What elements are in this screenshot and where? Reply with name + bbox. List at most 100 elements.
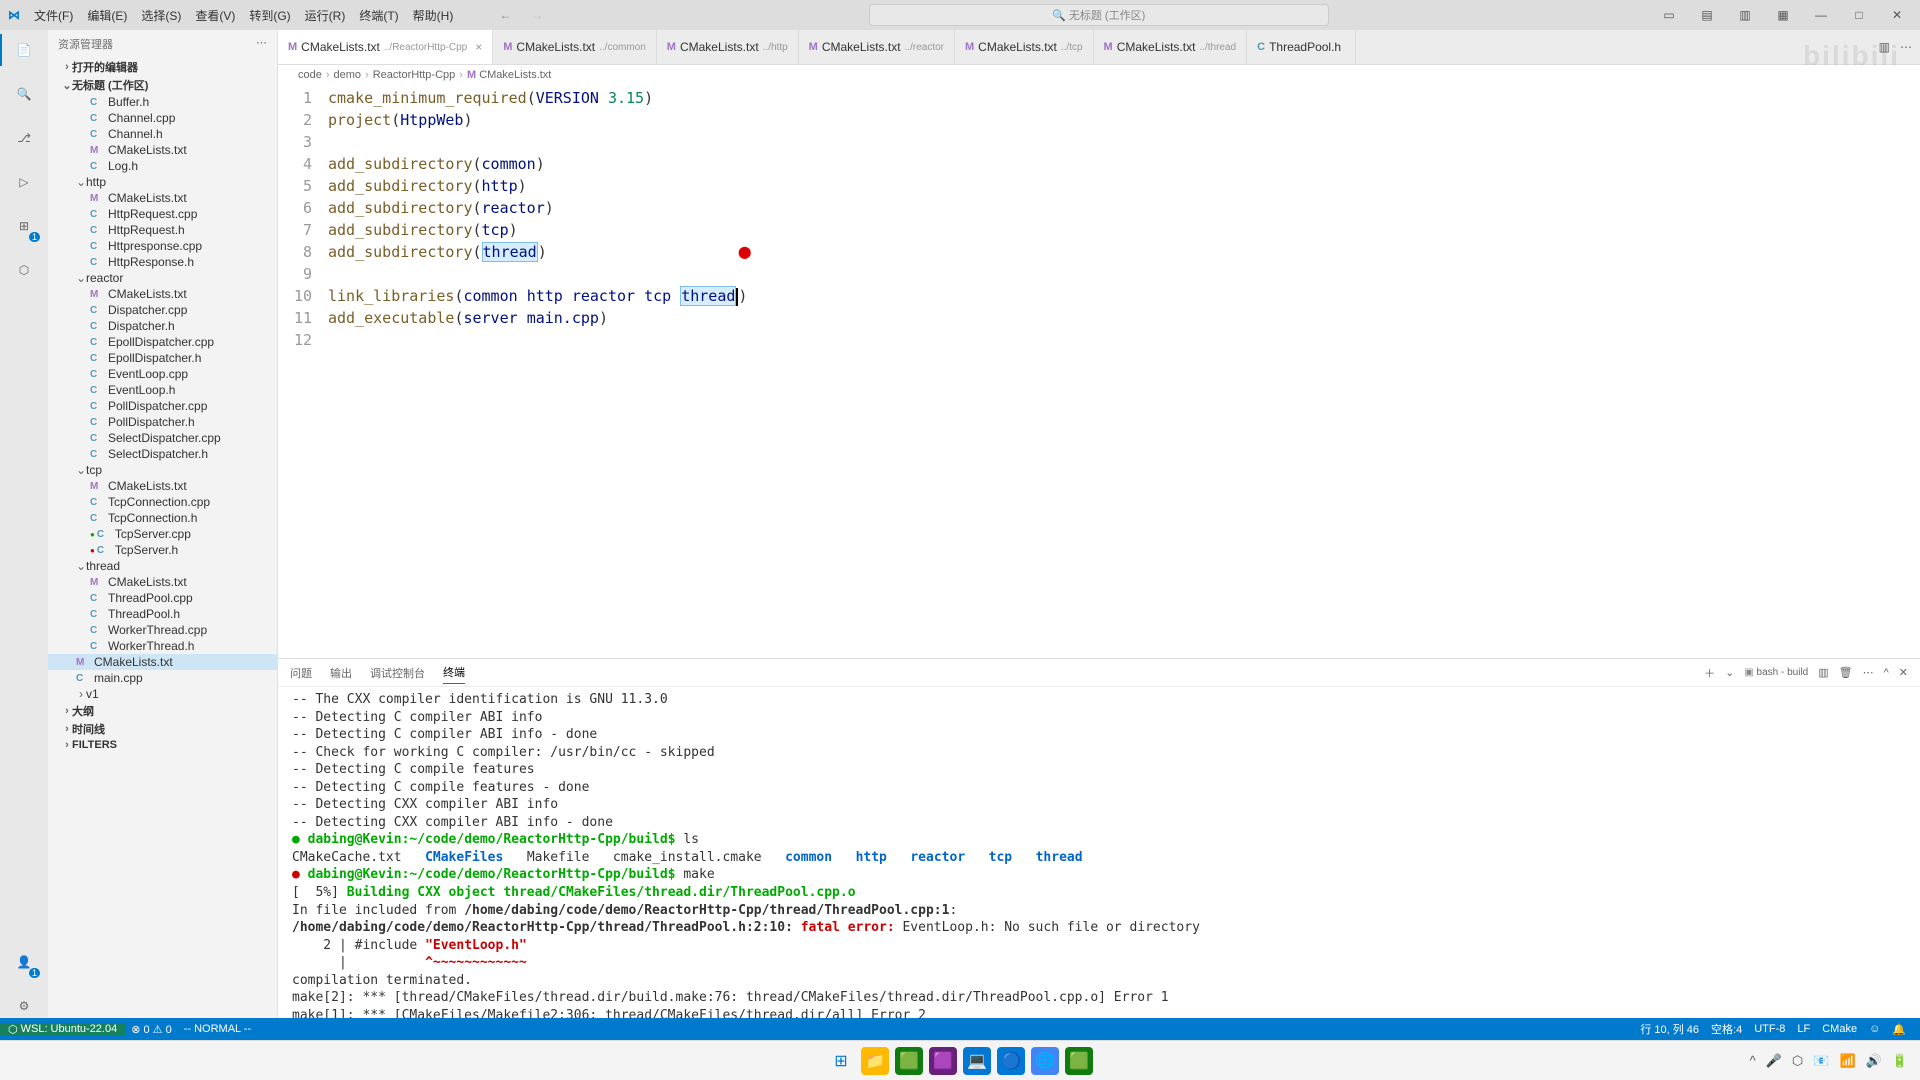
extensions-icon[interactable]: ⊞1 <box>12 214 36 238</box>
tree-file[interactable]: CWorkerThread.cpp <box>48 622 277 638</box>
menu-item[interactable]: 选择(S) <box>135 5 187 26</box>
tree-file[interactable]: CThreadPool.h <box>48 606 277 622</box>
taskbar-app-icon[interactable]: 📁 <box>861 1047 889 1075</box>
maximize-panel-icon[interactable]: ^ <box>1884 667 1889 679</box>
tray-icon[interactable]: 📶 <box>1839 1053 1855 1069</box>
tree-file[interactable]: ●CTcpServer.cpp <box>48 526 277 542</box>
tray-icon[interactable]: 📧 <box>1813 1053 1829 1069</box>
tree-file[interactable]: CEventLoop.h <box>48 382 277 398</box>
tree-file[interactable]: CSelectDispatcher.cpp <box>48 430 277 446</box>
more-actions-icon[interactable]: ⋯ <box>1900 40 1912 54</box>
menu-item[interactable]: 文件(F) <box>28 5 79 26</box>
code-editor[interactable]: 123456789101112 cmake_minimum_required(V… <box>278 85 1920 658</box>
menu-item[interactable]: 帮助(H) <box>407 5 460 26</box>
tray-icon[interactable]: ^ <box>1750 1053 1756 1068</box>
explorer-icon[interactable]: 📄 <box>12 38 36 62</box>
tree-file[interactable]: MCMakeLists.txt <box>48 142 277 158</box>
tree-file[interactable]: CBuffer.h <box>48 94 277 110</box>
tree-file[interactable]: CHttpResponse.h <box>48 254 277 270</box>
source-control-icon[interactable]: ⎇ <box>12 126 36 150</box>
remote-indicator[interactable]: ⬡ WSL: Ubuntu-22.04 <box>0 1023 125 1036</box>
editor-tab[interactable]: MCMakeLists.txt../tcp <box>955 30 1094 64</box>
tree-file[interactable]: CThreadPool.cpp <box>48 590 277 606</box>
tab-close-icon[interactable]: × <box>475 40 482 54</box>
taskbar-app-icon[interactable]: 🟩 <box>1065 1047 1093 1075</box>
menu-item[interactable]: 运行(R) <box>299 5 352 26</box>
terminal-output[interactable]: -- The CXX compiler identification is GN… <box>278 687 1920 1018</box>
remote-icon[interactable]: ⬡ <box>12 258 36 282</box>
tree-file[interactable]: MCMakeLists.txt <box>48 286 277 302</box>
split-terminal-icon[interactable]: ▥ <box>1818 666 1828 679</box>
encoding-status[interactable]: UTF-8 <box>1748 1021 1791 1037</box>
editor-tab[interactable]: MCMakeLists.txt../reactor <box>799 30 955 64</box>
panel-icon[interactable]: ▤ <box>1692 8 1722 22</box>
taskbar-app-icon[interactable]: 🌐 <box>1031 1047 1059 1075</box>
breadcrumb-item[interactable]: code <box>298 69 322 81</box>
window-close[interactable]: ✕ <box>1882 8 1912 22</box>
terminal-dropdown-icon[interactable]: ⌄ <box>1725 666 1734 679</box>
tree-file[interactable]: CChannel.cpp <box>48 110 277 126</box>
tree-folder[interactable]: ›v1 <box>48 686 277 702</box>
eol-status[interactable]: LF <box>1791 1021 1816 1037</box>
tree-file[interactable]: MCMakeLists.txt <box>48 190 277 206</box>
terminal-label[interactable]: ▣ bash - build <box>1744 667 1808 678</box>
nav-back-icon[interactable]: ← <box>499 8 511 22</box>
nav-back-forward[interactable]: ← → <box>499 8 543 22</box>
workspace-root[interactable]: ⌄无标题 (工作区) <box>48 76 277 94</box>
tray-icon[interactable]: ⬡ <box>1792 1053 1803 1069</box>
settings-gear-icon[interactable]: ⚙ <box>12 994 36 1018</box>
tree-file[interactable]: CTcpConnection.cpp <box>48 494 277 510</box>
tree-file[interactable]: CEpollDispatcher.h <box>48 350 277 366</box>
feedback-icon[interactable]: ☺ <box>1863 1021 1886 1037</box>
tree-file[interactable]: CTcpConnection.h <box>48 510 277 526</box>
tree-file[interactable]: CPollDispatcher.h <box>48 414 277 430</box>
tree-folder[interactable]: ⌄thread <box>48 558 277 574</box>
tree-file[interactable]: ›FILTERS <box>48 738 277 752</box>
menu-item[interactable]: 终端(T) <box>353 5 404 26</box>
tree-file[interactable]: ›大纲 <box>48 702 277 720</box>
kill-terminal-icon[interactable]: 🗑 <box>1839 666 1853 679</box>
more-terminal-icon[interactable]: ⋯ <box>1863 666 1874 679</box>
new-terminal-icon[interactable]: ＋ <box>1704 665 1715 681</box>
editor-tab[interactable]: MCMakeLists.txt../common <box>493 30 657 64</box>
tree-file[interactable]: MCMakeLists.txt <box>48 654 277 670</box>
problems-status[interactable]: ⊗ 0 ⚠ 0 <box>125 1023 177 1036</box>
tree-folder[interactable]: ⌄http <box>48 174 277 190</box>
tray-icon[interactable]: 🔋 <box>1892 1053 1908 1069</box>
tree-file[interactable]: CWorkerThread.h <box>48 638 277 654</box>
tray-icon[interactable]: 🔊 <box>1866 1053 1882 1069</box>
tree-file[interactable]: MCMakeLists.txt <box>48 478 277 494</box>
cursor-position[interactable]: 行 10, 列 46 <box>1634 1021 1705 1037</box>
tree-file[interactable]: ●CTcpServer.h <box>48 542 277 558</box>
breadcrumb-item[interactable]: demo <box>334 69 362 81</box>
window-minimize[interactable]: — <box>1806 8 1836 22</box>
breadcrumb-item[interactable]: M CMakeLists.txt <box>467 69 551 81</box>
taskbar-app-icon[interactable]: 🟪 <box>929 1047 957 1075</box>
panel-tab[interactable]: 调试控制台 <box>370 662 425 684</box>
editor-tab[interactable]: CThreadPool.h <box>1247 30 1356 64</box>
language-mode[interactable]: CMake <box>1816 1021 1863 1037</box>
breadcrumb[interactable]: code›demo›ReactorHttp-Cpp›M CMakeLists.t… <box>278 65 1920 85</box>
tree-file[interactable]: Cmain.cpp <box>48 670 277 686</box>
tree-folder[interactable]: ⌄tcp <box>48 462 277 478</box>
menu-item[interactable]: 编辑(E) <box>81 5 133 26</box>
tree-file[interactable]: MCMakeLists.txt <box>48 574 277 590</box>
open-editors-section[interactable]: ›打开的编辑器 <box>48 58 277 76</box>
account-icon[interactable]: 👤1 <box>12 950 36 974</box>
tree-file[interactable]: ›时间线 <box>48 720 277 738</box>
customize-icon[interactable]: ▦ <box>1768 8 1798 22</box>
menu-item[interactable]: 转到(G) <box>243 5 296 26</box>
layout-icon[interactable]: ▭ <box>1654 8 1684 22</box>
editor-tab[interactable]: MCMakeLists.txt../ReactorHttp-Cpp× <box>278 30 493 64</box>
sidebar-icon[interactable]: ▥ <box>1730 8 1760 22</box>
tray-icon[interactable]: 🎤 <box>1766 1053 1782 1069</box>
taskbar-app-icon[interactable]: 🟩 <box>895 1047 923 1075</box>
panel-tab[interactable]: 输出 <box>330 662 352 684</box>
editor-tab[interactable]: MCMakeLists.txt../http <box>657 30 799 64</box>
window-maximize[interactable]: □ <box>1844 8 1874 22</box>
tree-file[interactable]: CHttpresponse.cpp <box>48 238 277 254</box>
taskbar-app-icon[interactable]: ⊞ <box>827 1047 855 1075</box>
editor-tab[interactable]: MCMakeLists.txt../thread <box>1094 30 1248 64</box>
command-center-search[interactable]: 🔍 无标题 (工作区) <box>869 4 1329 26</box>
tree-folder[interactable]: ⌄reactor <box>48 270 277 286</box>
